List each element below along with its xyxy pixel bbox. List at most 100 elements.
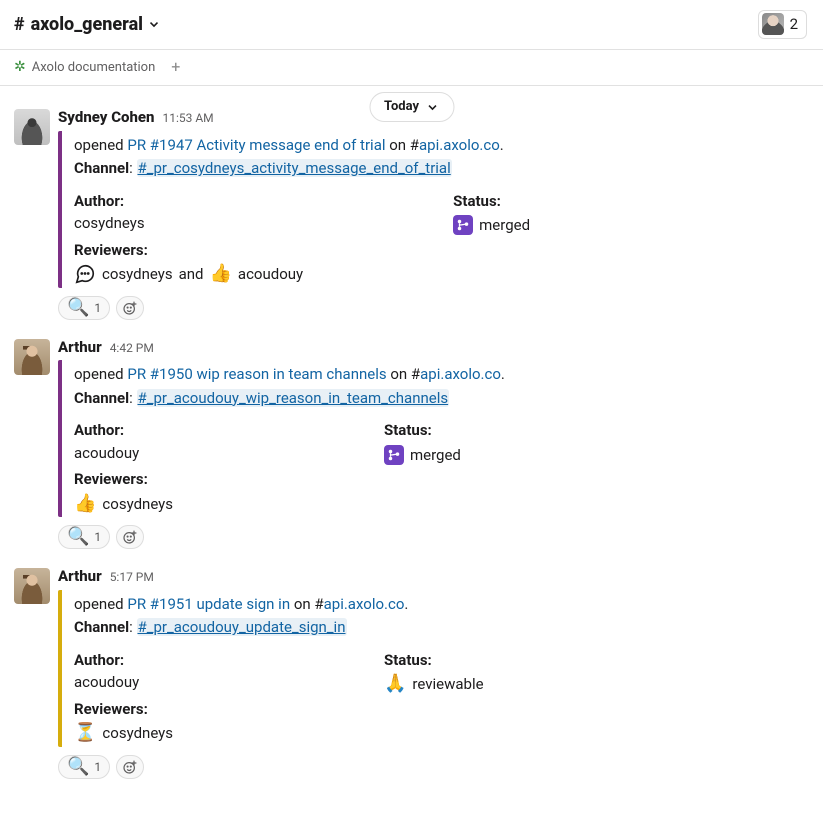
message-time: 5:17 PM	[110, 568, 154, 586]
channel-mention[interactable]: #_pr_cosydneys_activity_message_end_of_t…	[137, 159, 452, 177]
author-value: cosydneys	[74, 212, 303, 235]
member-count-button[interactable]: 2	[758, 10, 807, 39]
status-label: Status:	[384, 649, 544, 672]
reviewer-name: cosydneys	[102, 722, 173, 745]
opened-prefix: opened	[74, 136, 127, 154]
channel-mention[interactable]: #_pr_acoudouy_wip_reason_in_team_channel…	[137, 389, 450, 407]
user-avatar[interactable]	[14, 568, 50, 604]
repo-link[interactable]: api.axolo.co	[419, 136, 500, 154]
pr-attachment: opened PR #1950 wip reason in team chann…	[58, 360, 807, 517]
pr-columns: Author:acoudouyReviewers:👍 cosydneysStat…	[74, 419, 807, 515]
reaction-count: 1	[94, 299, 101, 317]
reaction-pill[interactable]: 🔍1	[58, 755, 110, 779]
pr-opened-line: opened PR #1947 Activity message end of …	[74, 134, 807, 157]
channel-name-button[interactable]: # axolo_general	[14, 11, 161, 38]
author-label: Author:	[74, 649, 234, 672]
author-label: Author:	[74, 190, 303, 213]
merged-icon	[453, 215, 473, 235]
merged-icon	[384, 445, 404, 465]
author-column: Author:acoudouyReviewers:👍 cosydneys	[74, 419, 234, 515]
reaction-pill[interactable]: 🔍1	[58, 525, 110, 549]
pr-opened-line: opened PR #1951 update sign in on #api.a…	[74, 593, 807, 616]
opened-prefix: opened	[74, 595, 127, 613]
message-author[interactable]: Sydney Cohen	[58, 106, 154, 129]
reactions-bar: 🔍1	[58, 296, 807, 320]
author-column: Author:cosydneysReviewers: cosydneys and…	[74, 190, 303, 286]
repo-link[interactable]: api.axolo.co	[324, 595, 405, 613]
pr-attachment: opened PR #1951 update sign in on #api.a…	[58, 590, 807, 747]
channel-header: # axolo_general 2	[0, 0, 823, 50]
channel-label: Channel	[74, 389, 129, 407]
reviewers-block: Reviewers: ⏳ cosydneys	[74, 698, 234, 745]
message-header: Arthur 5:17 PM	[58, 565, 807, 588]
author-value: acoudouy	[74, 442, 234, 465]
reviewers-label: Reviewers:	[74, 698, 234, 721]
chevron-down-icon	[147, 17, 161, 31]
message-list: Today Sydney Cohen11:53 AMopened PR #194…	[0, 86, 823, 789]
add-reaction-button[interactable]	[116, 755, 144, 779]
user-avatar[interactable]	[14, 339, 50, 375]
date-divider-label: Today	[384, 97, 419, 117]
channel-line: Channel: #_pr_acoudouy_wip_reason_in_tea…	[74, 387, 807, 410]
pray-icon: 🙏	[384, 675, 406, 693]
thumbsup-icon: 👍	[210, 265, 232, 283]
reviewers-block: Reviewers:👍 cosydneys	[74, 468, 234, 515]
message-body: Arthur 5:17 PM opened PR #1951 update sign…	[58, 565, 807, 783]
bookmark-label: Axolo documentation	[32, 58, 156, 78]
opened-prefix: opened	[74, 365, 127, 383]
add-reaction-button[interactable]	[116, 525, 144, 549]
reviewer-joiner: and	[179, 263, 204, 286]
status-value: reviewable	[412, 673, 483, 696]
message: Sydney Cohen11:53 AMopened PR #1947 Acti…	[0, 100, 823, 330]
message-author[interactable]: Arthur	[58, 336, 102, 359]
bookmarks-bar: ✲ Axolo documentation +	[0, 50, 823, 87]
channel-mention[interactable]: #_pr_acoudouy_update_sign_in	[137, 618, 347, 636]
pr-columns: Author:acoudouy Reviewers: ⏳ cosydneys Stat…	[74, 649, 807, 745]
reaction-pill[interactable]: 🔍1	[58, 296, 110, 320]
reviewer-name: acoudouy	[238, 263, 303, 286]
user-avatar[interactable]	[14, 109, 50, 145]
bookmark-item[interactable]: ✲ Axolo documentation	[14, 58, 155, 78]
reviewers-list: 👍 cosydneys	[74, 493, 234, 516]
status-label: Status:	[384, 419, 544, 442]
hourglass-icon: ⏳	[74, 724, 96, 742]
on-text: on #	[386, 136, 420, 154]
channel-line: Channel: #_pr_cosydneys_activity_message…	[74, 157, 807, 180]
pr-link[interactable]: PR #1950 wip reason in team channels	[127, 365, 386, 383]
hash-icon: #	[14, 11, 25, 38]
magnifier-icon: 🔍	[67, 528, 89, 546]
status-column: Status:merged	[384, 419, 544, 515]
author-value: acoudouy	[74, 671, 234, 694]
channel-label: Channel	[74, 618, 129, 636]
reviewers-label: Reviewers:	[74, 239, 303, 262]
pr-link[interactable]: PR #1951 update sign in	[127, 595, 290, 613]
channel-label: Channel	[74, 159, 129, 177]
status-column: Status: 🙏 reviewable	[384, 649, 544, 745]
status-row: merged	[453, 214, 613, 237]
add-reaction-button[interactable]	[116, 296, 144, 320]
pr-columns: Author:cosydneysReviewers: cosydneys and…	[74, 190, 807, 286]
magnifier-icon: 🔍	[67, 299, 89, 317]
date-divider-button[interactable]: Today	[369, 92, 454, 122]
repo-link[interactable]: api.axolo.co	[420, 365, 501, 383]
add-bookmark-button[interactable]: +	[171, 59, 180, 75]
reviewer-name: cosydneys	[102, 493, 173, 516]
author-column: Author:acoudouy Reviewers: ⏳ cosydneys	[74, 649, 234, 745]
message-time: 4:42 PM	[110, 339, 154, 357]
reviewer-name: cosydneys	[102, 263, 173, 286]
status-value: merged	[410, 444, 461, 467]
pr-link[interactable]: PR #1947 Activity message end of trial	[127, 136, 385, 154]
message-author[interactable]: Arthur	[58, 565, 102, 588]
pr-attachment: opened PR #1947 Activity message end of …	[58, 131, 807, 288]
channel-name-text: axolo_general	[31, 11, 143, 38]
message-body: Sydney Cohen11:53 AMopened PR #1947 Acti…	[58, 106, 807, 324]
status-row: 🙏 reviewable	[384, 673, 544, 696]
reviewers-label: Reviewers:	[74, 468, 234, 491]
pr-opened-line: opened PR #1950 wip reason in team chann…	[74, 363, 807, 386]
reviewers-list: cosydneys and 👍 acoudouy	[74, 263, 303, 286]
member-avatar-icon	[762, 13, 784, 35]
channel-line: Channel: #_pr_acoudouy_update_sign_in	[74, 616, 807, 639]
reactions-bar: 🔍1	[58, 755, 807, 779]
status-value: merged	[479, 214, 530, 237]
on-text: on #	[290, 595, 324, 613]
